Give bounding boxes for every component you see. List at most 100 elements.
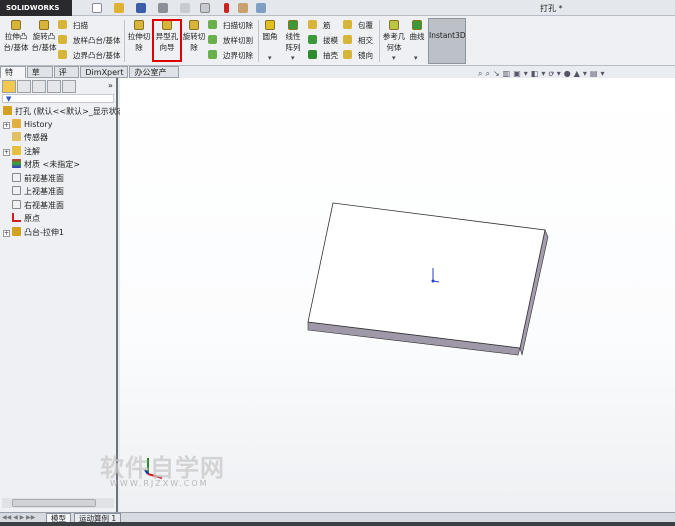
watermark-title: 软件自学网 (100, 448, 225, 483)
tree-item-annotations[interactable]: +注解 (3, 145, 40, 158)
extrude-cut-icon (134, 20, 144, 30)
curves-dropdown[interactable]: ▾ (414, 54, 418, 62)
ref-geometry-dropdown[interactable]: ▾ (392, 54, 396, 62)
reference-geometry-button[interactable]: 参考几何体 (381, 20, 407, 53)
tab-navigation-arrows[interactable]: ◀◀ ◀ ▶ ▶▶ (2, 514, 35, 521)
wrap-button[interactable]: 包覆 (343, 20, 373, 32)
draft-button[interactable]: 拔模 (308, 35, 338, 47)
rib-button[interactable]: 筋 (308, 20, 331, 32)
status-bar (0, 522, 675, 526)
tab-office-products[interactable]: 办公室产品 (129, 66, 179, 78)
filter-input[interactable]: ▼ (2, 94, 114, 103)
tree-item-history[interactable]: +History (3, 118, 52, 131)
tree-item-front-plane[interactable]: 前视基准面 (12, 172, 64, 185)
material-icon (12, 159, 21, 168)
pattern-dropdown[interactable]: ▾ (291, 54, 295, 62)
swept-cut-button[interactable]: 扫描切除 (208, 20, 253, 32)
tab-evaluate[interactable]: 评估 (54, 66, 80, 78)
bottom-tab-bar: ◀◀ ◀ ▶ ▶▶ 模型 运动算例 1 (0, 512, 675, 522)
part-icon (3, 106, 12, 115)
tree-item-right-plane[interactable]: 右视基准面 (12, 199, 64, 212)
annotation-icon (12, 146, 21, 155)
command-tabs: 特征 草图 评估 DimXpert 办公室产品 (0, 66, 180, 78)
document-title: 打孔 * (540, 3, 563, 14)
tree-item-boss-extrude1[interactable]: +凸台-拉伸1 (3, 226, 64, 239)
feature-manager-tab-icon[interactable] (2, 80, 16, 93)
fillet-button[interactable]: 圆角 (260, 20, 280, 42)
plane-icon (12, 173, 21, 182)
dimxpert-manager-tab-icon[interactable] (47, 80, 61, 93)
lofted-cut-icon (208, 35, 217, 44)
loft-button[interactable]: 放样凸台/基体 (58, 35, 121, 47)
expand-panel-icon[interactable]: » (108, 81, 113, 90)
scrollbar-thumb[interactable] (12, 499, 96, 507)
expand-icon[interactable]: + (3, 122, 10, 129)
tree-item-sensors[interactable]: 传感器 (12, 131, 48, 144)
undo-icon[interactable] (180, 3, 190, 13)
divider (124, 20, 125, 62)
horizontal-scrollbar[interactable] (2, 498, 114, 508)
intersect-button[interactable]: 相交 (343, 35, 373, 47)
shell-icon (308, 50, 317, 59)
reference-geometry-icon (389, 20, 399, 30)
new-icon[interactable] (92, 3, 102, 13)
divider (258, 20, 259, 62)
expand-icon[interactable]: + (3, 230, 10, 237)
revolve-boss-icon (39, 20, 49, 30)
tab-features[interactable]: 特征 (0, 66, 26, 78)
tree-item-origin[interactable]: 原点 (12, 212, 40, 225)
mirror-icon (343, 50, 352, 59)
rebuild-icon[interactable] (224, 3, 229, 13)
sensor-icon (12, 132, 21, 141)
revolve-cut-button[interactable]: 旋转切除 (182, 20, 206, 53)
boundary-boss-button[interactable]: 边界凸台/基体 (58, 50, 121, 62)
mirror-button[interactable]: 镜向 (343, 50, 373, 62)
boundary-cut-icon (208, 50, 217, 59)
hole-wizard-highlight (152, 19, 182, 62)
lofted-cut-button[interactable]: 放样切割 (208, 35, 253, 47)
tree-item-top-plane[interactable]: 上视基准面 (12, 185, 64, 198)
save-icon[interactable] (136, 3, 146, 13)
part-top-face (308, 203, 545, 348)
tab-dimxpert[interactable]: DimXpert (80, 66, 128, 78)
file-properties-icon[interactable] (238, 3, 248, 13)
curves-button[interactable]: 曲线 (408, 20, 426, 42)
divider (379, 20, 380, 62)
tree-item-material[interactable]: 材质 <未指定> (12, 158, 80, 171)
boundary-icon (58, 50, 67, 59)
origin-icon (12, 213, 21, 222)
fillet-icon (265, 20, 275, 30)
panel-tabs: » (2, 80, 114, 93)
extrude-cut-button[interactable]: 拉伸切除 (127, 20, 151, 53)
tab-sketch[interactable]: 草图 (27, 66, 53, 78)
options-icon[interactable] (256, 3, 266, 13)
select-icon[interactable] (200, 3, 210, 13)
expand-icon[interactable]: + (3, 149, 10, 156)
tree-root[interactable]: 打孔 (默认<<默认>_显示状态 (3, 105, 125, 118)
revolve-boss-button[interactable]: 旋转凸台/基体 (31, 20, 57, 53)
print-icon[interactable] (158, 3, 168, 13)
instant3d-button[interactable]: Instant3D (428, 18, 466, 64)
graphics-area[interactable] (120, 78, 675, 512)
feature-manager-panel: » ▼ 打孔 (默认<<默认>_显示状态 +History 传感器 +注解 材质… (0, 78, 118, 512)
history-icon (12, 119, 21, 128)
solidworks-logo[interactable]: SOLIDWORKS (0, 0, 72, 16)
configuration-manager-tab-icon[interactable] (32, 80, 46, 93)
title-bar: SOLIDWORKS 打孔 * (0, 0, 675, 16)
command-manager: 拉伸凸台/基体 旋转凸台/基体 扫描 放样凸台/基体 边界凸台/基体 拉伸切除 … (0, 16, 675, 66)
extrude-boss-button[interactable]: 拉伸凸台/基体 (3, 20, 29, 53)
boundary-cut-button[interactable]: 边界切除 (208, 50, 253, 62)
plane-icon (12, 186, 21, 195)
rib-icon (308, 20, 317, 29)
extrude-boss-icon (11, 20, 21, 30)
model-view (120, 78, 675, 512)
sweep-button[interactable]: 扫描 (58, 20, 88, 32)
shell-button[interactable]: 抽壳 (308, 50, 338, 62)
fillet-dropdown[interactable]: ▾ (268, 54, 272, 62)
linear-pattern-button[interactable]: 线性阵列 (282, 20, 304, 53)
open-icon[interactable] (114, 3, 124, 13)
wrap-icon (343, 20, 352, 29)
sweep-icon (58, 20, 67, 29)
display-manager-tab-icon[interactable] (62, 80, 76, 93)
property-manager-tab-icon[interactable] (17, 80, 31, 93)
